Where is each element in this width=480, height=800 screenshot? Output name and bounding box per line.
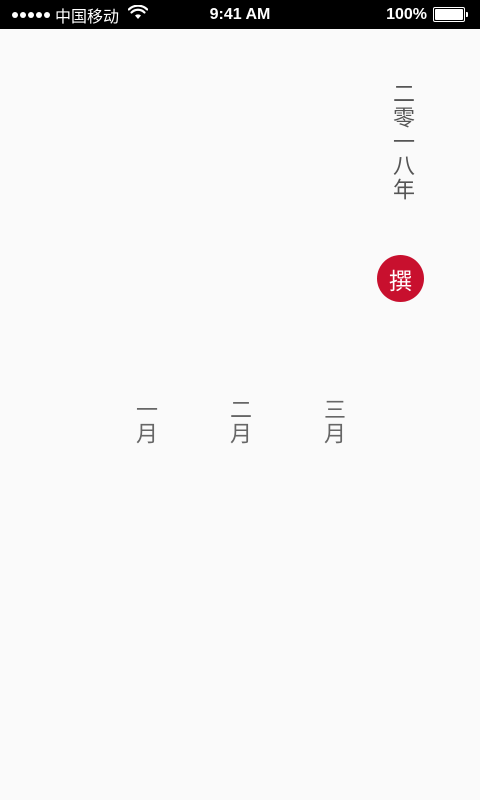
status-right: 100%: [386, 0, 468, 29]
month-item-january[interactable]: 一月: [132, 398, 159, 446]
status-bar: 中国移动 9:41 AM 100%: [0, 0, 480, 29]
battery-icon: [433, 7, 468, 22]
compose-seal-button[interactable]: 撰: [377, 255, 424, 302]
month-item-march[interactable]: 三月: [320, 398, 347, 446]
year-label: 二零一八年: [389, 82, 414, 202]
month-item-february[interactable]: 二月: [226, 398, 253, 446]
battery-percent: 100%: [386, 5, 427, 23]
